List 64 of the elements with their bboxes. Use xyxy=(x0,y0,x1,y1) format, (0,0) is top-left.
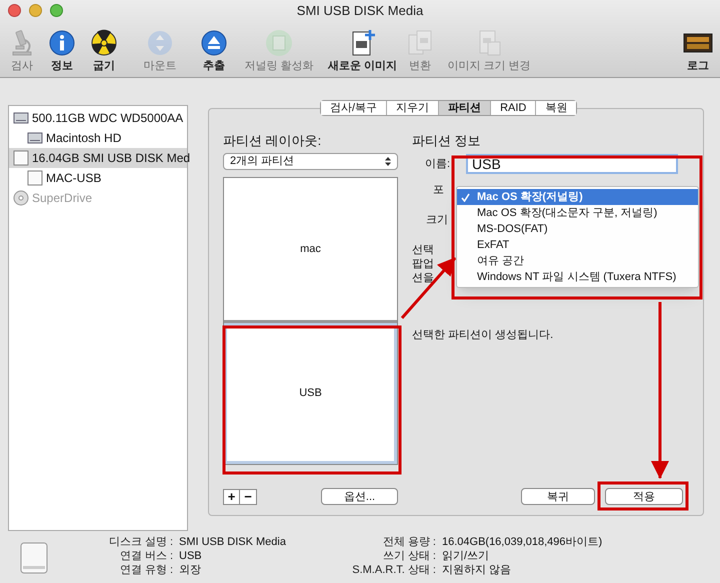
journal-icon xyxy=(264,28,294,58)
tab[interactable]: 파티션 xyxy=(438,101,490,115)
field-label: 포 xyxy=(432,182,444,198)
add-button[interactable]: + xyxy=(223,488,240,504)
info-label: 전체 용량 : xyxy=(382,535,436,549)
remove-button[interactable]: − xyxy=(240,488,257,504)
info-label: 디스크 설명 : xyxy=(108,535,173,549)
menu-item[interactable]: 여유 공간 xyxy=(457,253,698,269)
status-text: 선택한 파티션이 생성됩니다. xyxy=(412,328,554,343)
description-text: 팝업 xyxy=(412,257,434,271)
radiation-icon xyxy=(89,28,119,58)
annotation-arrow xyxy=(400,257,456,319)
checkmark-icon xyxy=(461,192,470,202)
sidebar-item[interactable]: Macintosh HD xyxy=(9,128,187,148)
revert-button[interactable]: 복귀 xyxy=(521,488,595,505)
drive-icon xyxy=(27,170,43,186)
section-title: 파티션 레이아웃: xyxy=(223,132,322,150)
eject-icon xyxy=(199,28,229,58)
chevron-icon xyxy=(385,157,391,166)
apply-button[interactable]: 적용 xyxy=(605,488,683,505)
toolbar-button[interactable]: 새로운 이미지 xyxy=(324,28,402,76)
zoom-button[interactable] xyxy=(50,4,63,17)
description-text: 션을 xyxy=(412,271,434,285)
info-label: 연결 유형 : xyxy=(118,563,173,577)
menu-item[interactable]: Windows NT 파일 시스템 (Tuxera NTFS) xyxy=(457,269,698,285)
info-label: S.M.A.R.T. 상태 : xyxy=(351,563,436,577)
close-button[interactable] xyxy=(8,4,21,17)
field-label: 이름: xyxy=(424,156,451,172)
disc-icon xyxy=(13,190,29,206)
partition-block[interactable]: mac xyxy=(224,178,397,320)
info-value: 지원하지 않음 xyxy=(442,563,512,577)
info-icon xyxy=(47,28,77,58)
menu-item[interactable]: MS-DOS(FAT) xyxy=(457,221,698,237)
section-title: 파티션 정보 xyxy=(412,132,482,150)
menu-item[interactable]: Mac OS 확장(대소문자 구분, 저널링) xyxy=(457,205,698,221)
toolbar-button[interactable]: 굽기 xyxy=(82,28,126,76)
info-value: SMI USB DISK Media xyxy=(179,535,286,549)
info-label: 쓰기 상태 : xyxy=(382,549,436,563)
sidebar-item[interactable]: 16.04GB SMI USB DISK Med xyxy=(9,148,187,168)
hard-drive-icon xyxy=(27,130,43,146)
partition-block[interactable]: USB xyxy=(224,322,397,464)
menu-item[interactable]: Mac OS 확장(저널링) xyxy=(457,189,698,205)
info-value: USB xyxy=(179,549,203,563)
info-value: 외장 xyxy=(179,563,202,577)
info-label: 연결 버스 : xyxy=(118,549,173,563)
info-value: 읽기/쓰기 xyxy=(442,549,490,563)
tab[interactable]: 복원 xyxy=(535,101,576,115)
description-text: 선택 xyxy=(412,243,434,257)
field-label: 크기 xyxy=(425,212,448,228)
window-title: SMI USB DISK Media xyxy=(296,2,424,20)
sidebar-item[interactable]: MAC-USB xyxy=(9,168,187,188)
options-button[interactable]: 옵션... xyxy=(321,488,398,505)
layout-dropdown[interactable]: 2개의 파티션 xyxy=(223,153,398,170)
toolbar-button[interactable]: 로그 xyxy=(678,28,718,76)
toolbar-button[interactable]: 추출 xyxy=(194,28,234,76)
minimize-button[interactable] xyxy=(29,4,42,17)
drive-icon xyxy=(13,150,29,166)
drive-icon xyxy=(20,542,48,574)
toolbar-button[interactable]: 정보 xyxy=(42,28,82,76)
hard-drive-icon xyxy=(13,110,29,126)
mount-icon xyxy=(145,28,175,58)
sidebar-item[interactable]: 500.11GB WDC WD5000AA xyxy=(9,108,187,128)
menu-item[interactable]: ExFAT xyxy=(457,237,698,253)
info-value: 16.04GB(16,039,018,496바이트) xyxy=(442,535,602,549)
